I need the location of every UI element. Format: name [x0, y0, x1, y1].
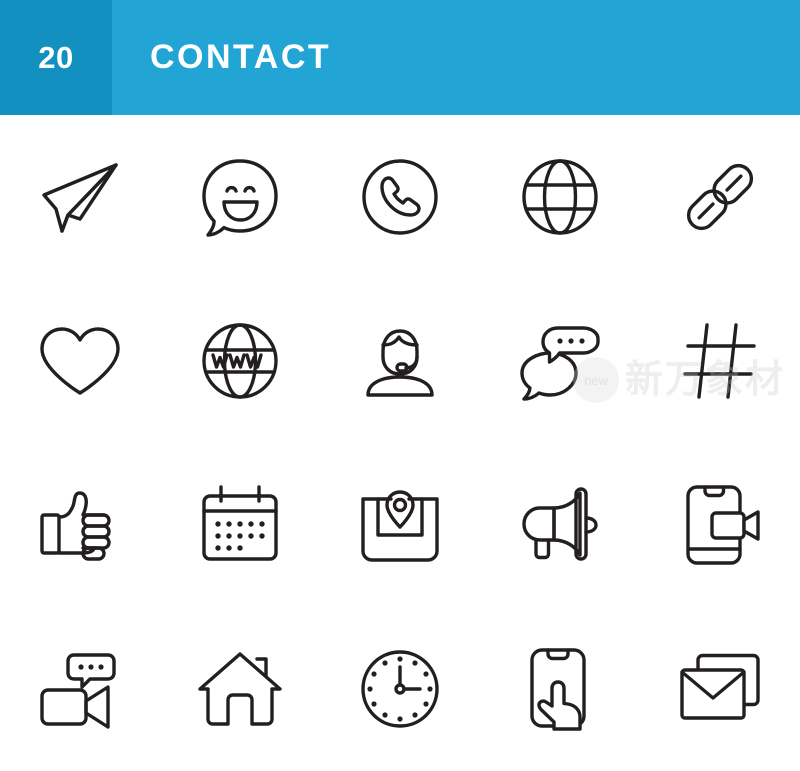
icon-cell-heart[interactable]	[0, 279, 160, 443]
icon-cell-www-globe[interactable]	[160, 279, 320, 443]
icon-cell-calendar[interactable]	[160, 443, 320, 607]
icon-cell-hashtag[interactable]	[640, 279, 800, 443]
chat-bubbles-icon	[520, 326, 600, 401]
header-title-bar: CONTACT	[112, 0, 800, 115]
icon-cell-smartphone-video[interactable]	[640, 443, 800, 607]
page-header: 20 CONTACT	[0, 0, 800, 115]
heart-icon	[40, 327, 120, 395]
chain-link-icon	[686, 163, 754, 231]
icon-cell-phone-circle[interactable]	[320, 115, 480, 279]
header-count-value: 20	[38, 39, 74, 75]
icon-cell-chain-link[interactable]	[640, 115, 800, 279]
header-count-badge: 20	[0, 0, 112, 115]
smiley-chat-bubble-icon	[202, 159, 278, 237]
smartphone-video-icon	[686, 485, 760, 565]
page-title: CONTACT	[150, 38, 332, 76]
home-icon	[198, 652, 282, 726]
icon-cell-smiley-chat-bubble[interactable]	[160, 115, 320, 279]
icon-cell-home[interactable]	[160, 607, 320, 771]
smartphone-touch-icon	[530, 648, 586, 731]
icon-cell-chat-bubbles[interactable]	[480, 279, 640, 443]
www-globe-icon	[202, 323, 278, 399]
icon-grid	[0, 115, 800, 771]
map-pin-icon	[361, 490, 439, 562]
video-camera-chat-icon	[40, 653, 116, 729]
thumbs-up-icon	[40, 491, 111, 561]
icon-cell-video-camera-chat[interactable]	[0, 607, 160, 771]
calendar-icon	[202, 485, 278, 561]
megaphone-icon	[522, 487, 598, 561]
icon-cell-map-pin[interactable]	[320, 443, 480, 607]
icon-cell-support-agent[interactable]	[320, 279, 480, 443]
globe-icon	[522, 159, 598, 235]
icon-cell-clock[interactable]	[320, 607, 480, 771]
clock-icon	[361, 650, 439, 728]
hashtag-icon	[683, 323, 756, 399]
support-agent-icon	[366, 329, 434, 397]
icon-cell-envelope-mail[interactable]	[640, 607, 800, 771]
envelope-mail-icon	[680, 653, 760, 720]
icon-cell-smartphone-touch[interactable]	[480, 607, 640, 771]
icon-cell-megaphone[interactable]	[480, 443, 640, 607]
icon-cell-globe[interactable]	[480, 115, 640, 279]
paper-plane-icon	[42, 163, 118, 233]
icon-cell-thumbs-up[interactable]	[0, 443, 160, 607]
phone-circle-icon	[362, 159, 438, 235]
icon-cell-paper-plane[interactable]	[0, 115, 160, 279]
